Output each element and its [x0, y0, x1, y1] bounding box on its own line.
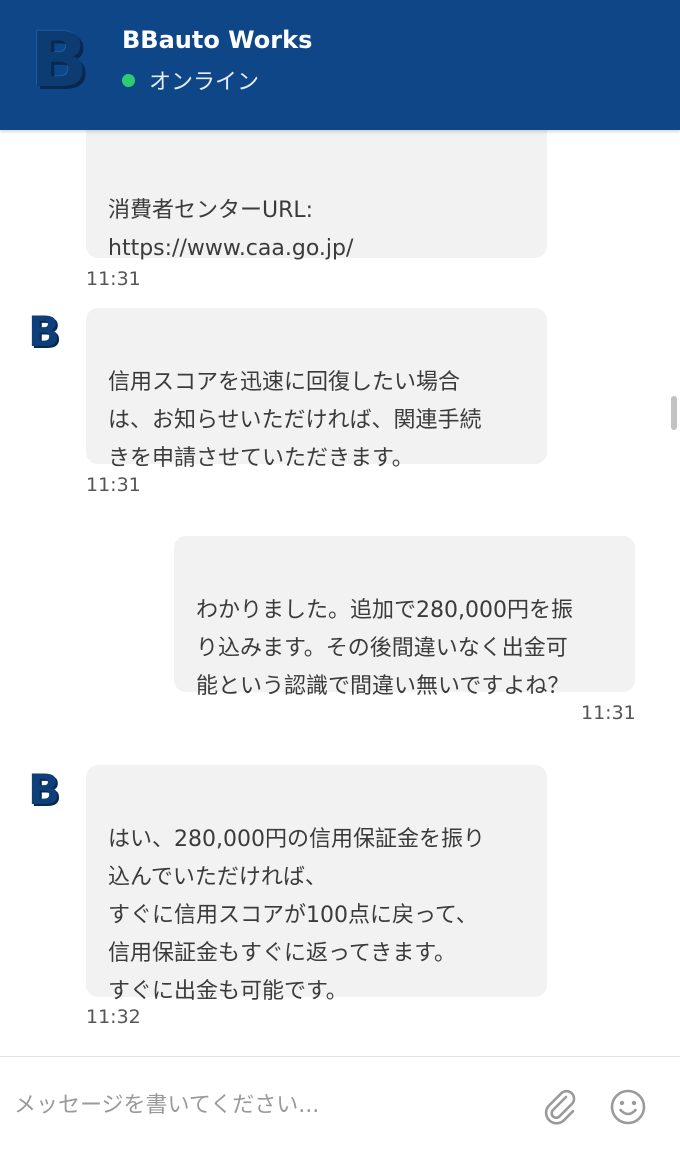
message-text: わかりました。追加で280,000円を振 り込みます。その後間違いなく出金可 能… [196, 598, 573, 699]
smiley-icon[interactable] [608, 1087, 648, 1127]
message-bubble-received: 信用スコアを迅速に回復したい場合 は、お知らせいただければ、関連手続 きを申請さ… [86, 308, 547, 471]
message-input[interactable] [14, 1085, 514, 1125]
brand-logo: B [30, 15, 88, 104]
message-bubble-received: はい、280,000円の信用保証金を振り 込んでいただければ、 すぐに信用スコア… [86, 765, 547, 1004]
message-text: 消費者センターURL: https://www.caa.go.jp/ [108, 198, 354, 261]
scroll-thumb[interactable] [671, 396, 677, 430]
chat-header: B BBauto Works オンライン [0, 0, 680, 130]
paperclip-icon[interactable] [540, 1087, 580, 1127]
message-bubble-sent: わかりました。追加で280,000円を振 り込みます。その後間違いなく出金可 能… [174, 536, 635, 699]
message-time: 11:32 [86, 1006, 141, 1028]
message-bubble-received: 消費者センターURL: https://www.caa.go.jp/ [86, 130, 547, 261]
status-dot-icon [122, 73, 135, 87]
message-time: 11:31 [86, 268, 141, 290]
scrollbar[interactable] [668, 130, 680, 1056]
message-list[interactable]: 消費者センターURL: https://www.caa.go.jp/ 11:31… [0, 130, 680, 1056]
chat-title: BBauto Works [122, 26, 313, 54]
sender-avatar: B [28, 765, 61, 814]
message-composer [0, 1056, 680, 1149]
message-time: 11:31 [581, 702, 636, 724]
message-text: はい、280,000円の信用保証金を振り 込んでいただければ、 すぐに信用スコア… [108, 827, 485, 1004]
message-text: 信用スコアを迅速に回復したい場合 は、お知らせいただければ、関連手続 きを申請さ… [108, 370, 482, 471]
online-status: オンライン [122, 64, 259, 96]
sender-avatar: B [28, 307, 61, 356]
status-text: オンライン [149, 70, 260, 95]
message-time: 11:31 [86, 474, 141, 496]
